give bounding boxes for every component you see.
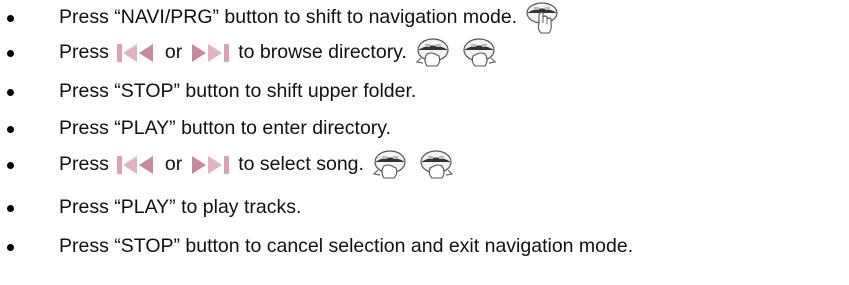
skip-back-icon [115, 154, 159, 176]
hand-press-icon [525, 1, 561, 35]
bullet [7, 88, 14, 96]
list-item: Press “PLAY” button to enter directory. [0, 111, 391, 147]
or-text: or [164, 41, 183, 64]
step-text: Press “STOP” button to shift upper folde… [59, 80, 417, 103]
hand-rotate-left-icon [372, 148, 408, 182]
step-text: Press “NAVI/PRG” button to shift to navi… [59, 6, 518, 29]
bullet [7, 49, 14, 57]
list-item: Press “STOP” button to cancel selection … [0, 229, 633, 265]
step-text: Press [59, 153, 109, 176]
bullet [7, 125, 14, 133]
bullet [7, 14, 14, 22]
list-item: Press “PLAY” to play tracks. [0, 190, 301, 226]
hand-rotate-right-icon [418, 148, 454, 182]
list-item: Press or to browse directory. [0, 35, 497, 71]
or-text: or [164, 153, 183, 176]
step-text: to browse directory. [238, 41, 407, 64]
skip-back-icon [115, 42, 159, 64]
list-item: Press or to select song. [0, 147, 454, 183]
bullet [7, 161, 14, 169]
step-text: Press [59, 41, 109, 64]
skip-forward-icon [188, 154, 232, 176]
bullet [7, 204, 14, 212]
list-item: Press “STOP” button to shift upper folde… [0, 74, 416, 110]
step-text: Press “PLAY” button to enter directory. [59, 117, 392, 140]
step-text: Press “PLAY” to play tracks. [59, 196, 302, 219]
hand-rotate-left-icon [415, 36, 451, 70]
list-item: Press “NAVI/PRG” button to shift to navi… [0, 0, 561, 36]
hand-rotate-right-icon [461, 36, 497, 70]
bullet [7, 243, 14, 251]
step-text: to select song. [238, 153, 364, 176]
skip-forward-icon [188, 42, 232, 64]
step-text: Press “STOP” button to cancel selection … [59, 235, 634, 258]
